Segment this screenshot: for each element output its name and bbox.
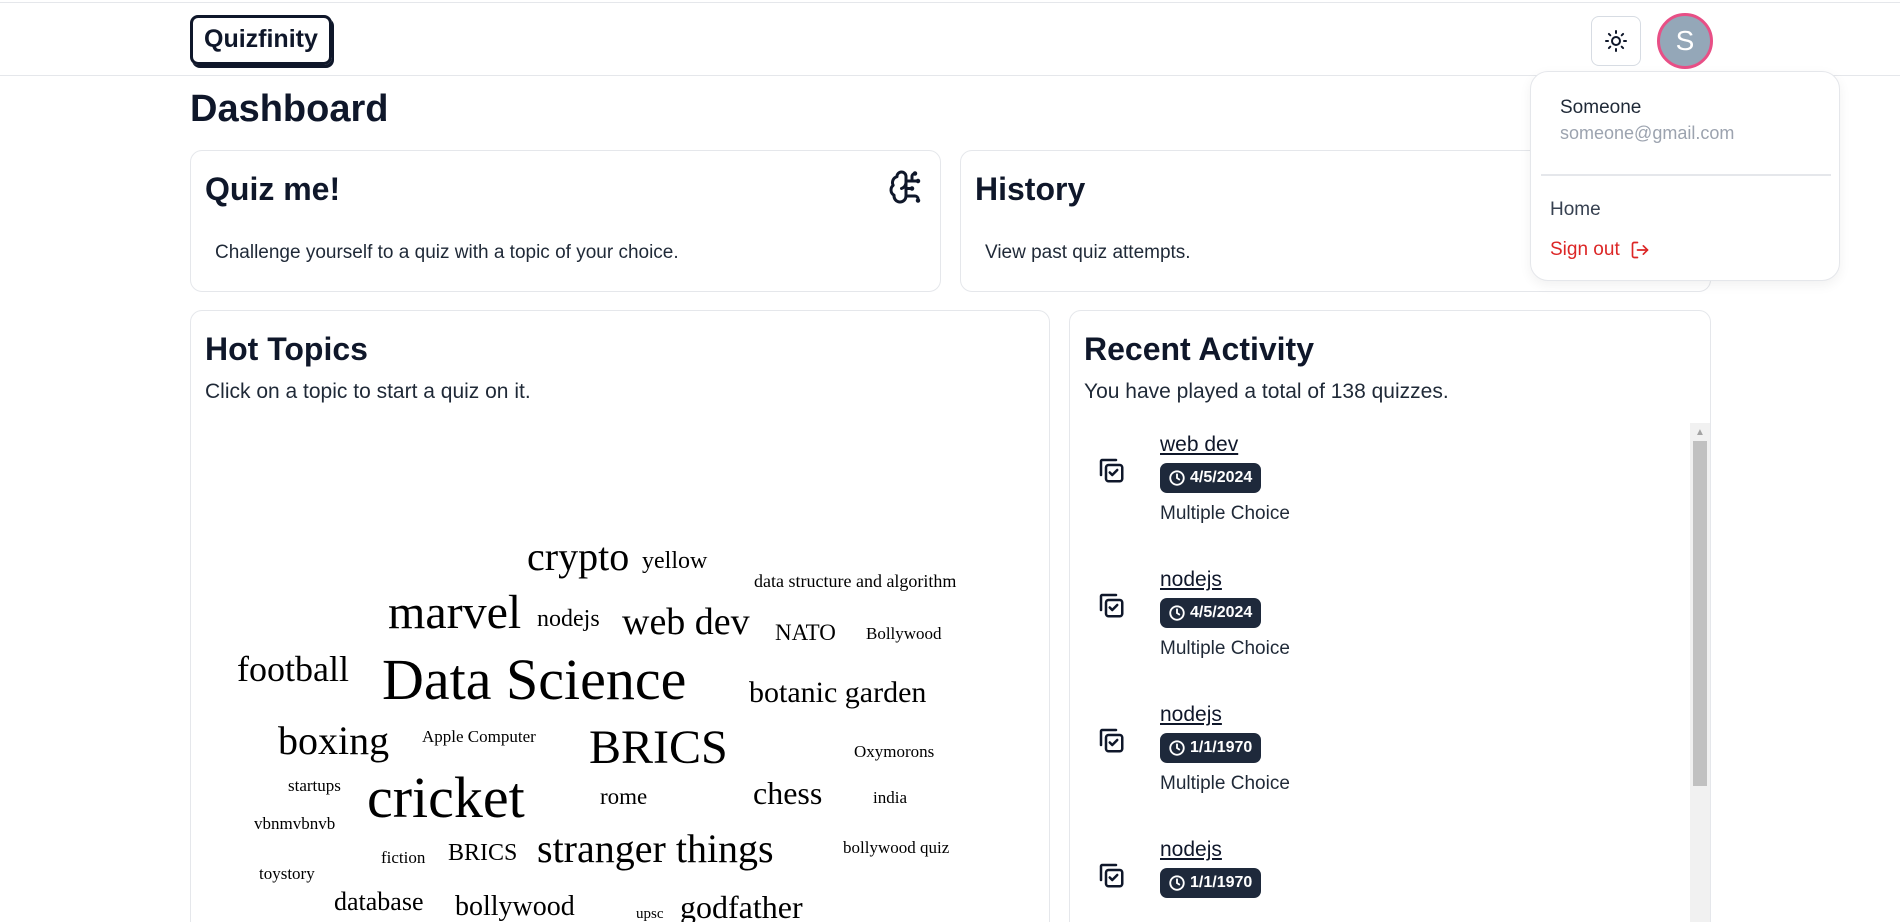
- topic-word[interactable]: Data Science: [382, 651, 686, 709]
- activity-scrollbar[interactable]: ▲: [1690, 423, 1710, 922]
- activity-type: Multiple Choice: [1160, 503, 1290, 524]
- app-logo[interactable]: Quizfinity: [190, 15, 332, 65]
- topic-word[interactable]: upsc: [636, 907, 664, 922]
- activity-item: nodejs 4/5/2024 Multiple Choice: [1070, 558, 1670, 678]
- activity-date: 4/5/2024: [1190, 469, 1253, 486]
- menu-item-home[interactable]: Home: [1550, 199, 1601, 221]
- page-title: Dashboard: [190, 88, 389, 130]
- topic-word[interactable]: Oxymorons: [854, 743, 934, 760]
- recent-activity-card: Recent Activity You have played a total …: [1069, 310, 1711, 922]
- topic-word[interactable]: godfather: [680, 891, 803, 922]
- topic-word[interactable]: fiction: [381, 849, 425, 866]
- topic-word[interactable]: cricket: [367, 769, 525, 827]
- activity-date-badge: 1/1/1970: [1160, 733, 1262, 763]
- activity-date: 1/1/1970: [1190, 874, 1253, 891]
- user-name: Someone: [1560, 97, 1642, 118]
- topic-word[interactable]: web dev: [622, 603, 750, 641]
- activity-type: Multiple Choice: [1160, 638, 1290, 659]
- activity-type: Multiple Choice: [1160, 773, 1290, 794]
- topic-word[interactable]: database: [334, 889, 424, 915]
- scroll-up-arrow-icon[interactable]: ▲: [1690, 423, 1710, 441]
- clipboard-check-icon: [1099, 458, 1124, 483]
- activity-topic-link[interactable]: nodejs: [1160, 568, 1222, 592]
- clock-icon: [1169, 740, 1185, 756]
- topic-word-cloud: crypto yellow data structure and algorit…: [191, 311, 1051, 922]
- quiz-me-card[interactable]: Quiz me! Challenge yourself to a quiz wi…: [190, 150, 941, 292]
- topic-word[interactable]: toystory: [259, 865, 315, 882]
- topic-word[interactable]: football: [237, 651, 349, 687]
- activity-topic-link[interactable]: nodejs: [1160, 838, 1222, 862]
- sign-out-label: Sign out: [1550, 239, 1620, 260]
- activity-date: 1/1/1970: [1190, 739, 1253, 756]
- activity-date-badge: 4/5/2024: [1160, 598, 1262, 628]
- clock-icon: [1169, 470, 1185, 486]
- topic-word[interactable]: crypto: [527, 537, 629, 577]
- hot-topics-card: Hot Topics Click on a topic to start a q…: [190, 310, 1050, 922]
- quiz-me-description: Challenge yourself to a quiz with a topi…: [215, 242, 679, 263]
- topic-word[interactable]: bollywood quiz: [843, 839, 949, 856]
- quiz-me-title: Quiz me!: [205, 171, 341, 207]
- topic-word[interactable]: chess: [753, 777, 822, 809]
- activity-topic-link[interactable]: web dev: [1160, 433, 1238, 457]
- topic-word[interactable]: data structure and algorithm: [754, 572, 956, 590]
- activity-date: 4/5/2024: [1190, 604, 1253, 621]
- topic-word[interactable]: vbnmvbnvb: [254, 815, 335, 832]
- history-description: View past quiz attempts.: [985, 242, 1191, 263]
- topic-word[interactable]: yellow: [642, 549, 707, 573]
- log-out-icon: [1631, 241, 1649, 259]
- topic-word[interactable]: BRICS: [448, 841, 517, 865]
- topic-word[interactable]: nodejs: [537, 607, 600, 631]
- activity-item: nodejs 1/1/1970 Multiple Choice: [1070, 693, 1670, 813]
- top-navbar: Quizfinity S: [0, 2, 1900, 76]
- clock-icon: [1169, 875, 1185, 891]
- recent-activity-title: Recent Activity: [1084, 331, 1314, 367]
- topic-word[interactable]: rome: [600, 785, 647, 808]
- sun-icon: [1605, 30, 1627, 52]
- topic-word[interactable]: BRICS: [589, 724, 728, 772]
- topic-word[interactable]: Apple Computer: [422, 728, 536, 745]
- activity-list: web dev 4/5/2024 Multiple Choice nodejs …: [1070, 423, 1690, 922]
- activity-topic-link[interactable]: nodejs: [1160, 703, 1222, 727]
- theme-toggle-button[interactable]: [1591, 16, 1641, 66]
- topic-word[interactable]: boxing: [278, 721, 389, 761]
- scrollbar-thumb[interactable]: [1693, 441, 1707, 786]
- recent-activity-subtitle: You have played a total of 138 quizzes.: [1084, 380, 1449, 403]
- topic-word[interactable]: india: [873, 789, 907, 806]
- history-title: History: [975, 171, 1086, 207]
- topic-word[interactable]: botanic garden: [749, 678, 926, 708]
- user-email: someone@gmail.com: [1560, 123, 1735, 143]
- brain-circuit-icon: [889, 170, 921, 204]
- user-avatar[interactable]: S: [1657, 13, 1713, 69]
- activity-date-badge: 4/5/2024: [1160, 463, 1262, 493]
- activity-date-badge: 1/1/1970: [1160, 868, 1262, 898]
- clipboard-check-icon: [1099, 728, 1124, 753]
- clipboard-check-icon: [1099, 593, 1124, 618]
- activity-item: nodejs 1/1/1970: [1070, 828, 1670, 922]
- activity-item: web dev 4/5/2024 Multiple Choice: [1070, 423, 1670, 543]
- clipboard-check-icon: [1099, 863, 1124, 888]
- menu-divider: [1541, 174, 1831, 176]
- sign-out-button[interactable]: Sign out: [1550, 239, 1650, 261]
- user-dropdown-menu: Someone someone@gmail.com Home Sign out: [1530, 71, 1840, 281]
- topic-word[interactable]: bollywood: [455, 893, 575, 921]
- topic-word[interactable]: startups: [288, 777, 341, 794]
- topic-word[interactable]: NATO: [775, 621, 836, 644]
- topic-word[interactable]: marvel: [388, 589, 521, 637]
- clock-icon: [1169, 605, 1185, 621]
- topic-word[interactable]: stranger things: [537, 829, 774, 869]
- topic-word[interactable]: Bollywood: [866, 625, 942, 642]
